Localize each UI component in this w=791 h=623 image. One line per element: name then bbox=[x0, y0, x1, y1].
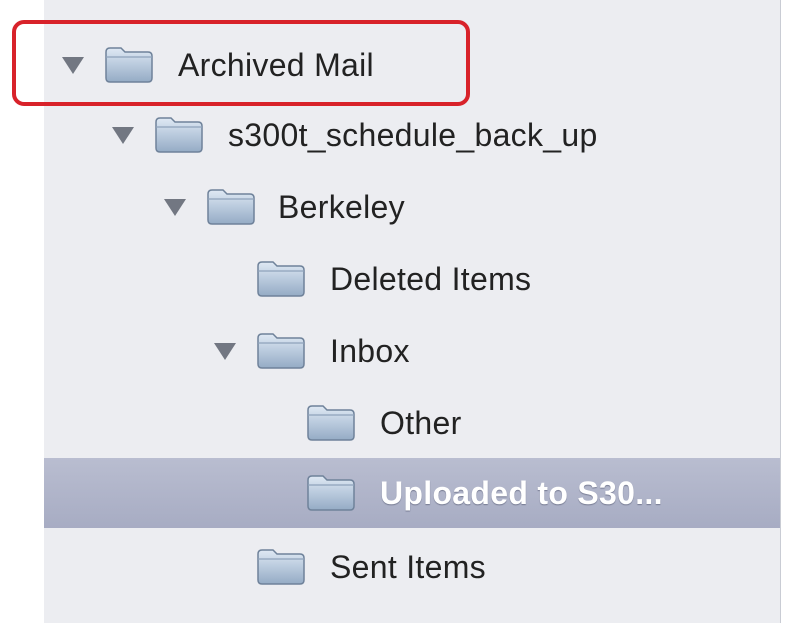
folder-icon bbox=[306, 402, 356, 442]
tree-item-berkeley[interactable]: Berkeley bbox=[0, 172, 791, 242]
tree-item-s300t-schedule-back-up[interactable]: s300t_schedule_back_up bbox=[0, 100, 791, 170]
tree-item-other[interactable]: Other bbox=[0, 388, 791, 458]
tree-item-label: Inbox bbox=[330, 333, 410, 369]
disclosure-triangle-icon[interactable] bbox=[62, 57, 84, 74]
tree-item-label: Berkeley bbox=[278, 189, 405, 225]
disclosure-triangle-icon[interactable] bbox=[112, 127, 134, 144]
tree-item-uploaded-to-s30[interactable]: Uploaded to S30... bbox=[44, 458, 780, 528]
tree-item-label: Other bbox=[380, 405, 462, 441]
tree-item-inbox[interactable]: Inbox bbox=[0, 316, 791, 386]
tree-item-label: Uploaded to S30... bbox=[380, 475, 663, 511]
tree-item-deleted-items[interactable]: Deleted Items bbox=[0, 244, 791, 314]
folder-icon bbox=[256, 546, 306, 586]
tree-item-sent-items[interactable]: Sent Items bbox=[0, 532, 791, 602]
folder-icon bbox=[256, 330, 306, 370]
folder-icon bbox=[104, 44, 154, 84]
tree-item-label: Archived Mail bbox=[178, 47, 374, 83]
folder-icon bbox=[306, 472, 356, 512]
tree-item-label: Deleted Items bbox=[330, 261, 532, 297]
disclosure-triangle-icon[interactable] bbox=[164, 199, 186, 216]
tree-item-archived-mail[interactable]: Archived Mail bbox=[0, 30, 791, 100]
folder-icon bbox=[256, 258, 306, 298]
disclosure-triangle-icon[interactable] bbox=[214, 343, 236, 360]
tree-item-label: s300t_schedule_back_up bbox=[228, 117, 598, 153]
tree-item-label: Sent Items bbox=[330, 549, 486, 585]
folder-icon bbox=[206, 186, 256, 226]
folder-icon bbox=[154, 114, 204, 154]
